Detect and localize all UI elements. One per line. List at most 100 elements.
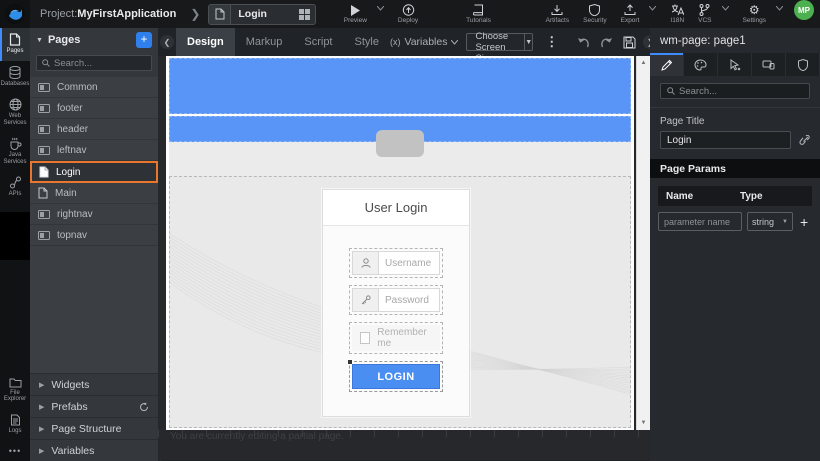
param-name-input[interactable] — [658, 212, 742, 231]
search-icon — [667, 87, 675, 95]
cursor-click-icon — [729, 59, 741, 71]
redo-button[interactable] — [595, 37, 618, 48]
preview-button[interactable]: Preview — [337, 0, 374, 28]
login-card[interactable]: User Login — [322, 189, 470, 417]
variables-dropdown[interactable]: (x) Variables — [390, 36, 459, 48]
scroll-up-icon[interactable]: ▲ — [637, 56, 650, 70]
page-item-main[interactable]: Main — [30, 183, 158, 204]
tab-markup[interactable]: Markup — [235, 28, 294, 56]
page-title-input[interactable] — [660, 131, 791, 149]
tab-security[interactable] — [786, 53, 820, 76]
i18n-button[interactable]: I18N — [663, 0, 691, 28]
remember-label: Remember me — [377, 327, 432, 349]
page-item-header[interactable]: header — [30, 119, 158, 140]
page-item-footer[interactable]: footer — [30, 98, 158, 119]
left-icon-rail: Pages Databases Web Services Java Servic… — [0, 28, 30, 461]
remember-checkbox[interactable] — [360, 332, 370, 344]
deploy-icon — [402, 4, 415, 16]
rail-item-logs[interactable]: Logs — [0, 409, 30, 441]
type-column-header: Type — [740, 191, 794, 202]
more-options-icon[interactable]: ⋮ — [539, 34, 564, 50]
tab-design[interactable]: Design — [176, 28, 235, 56]
password-widget-outline[interactable] — [349, 285, 443, 315]
open-page-tab-label: Login — [231, 8, 293, 20]
grid-icon[interactable] — [293, 9, 315, 20]
rail-item-apis[interactable]: APIs — [0, 171, 30, 204]
page-params-table: Name Type string ▼ + — [658, 186, 812, 231]
rail-item-pages[interactable]: Pages — [0, 28, 30, 61]
deploy-button[interactable]: Deploy — [391, 0, 425, 28]
tab-devices[interactable] — [752, 53, 786, 76]
page-item-common[interactable]: Common — [30, 77, 158, 98]
accordion-widgets[interactable]: ▶ Widgets — [30, 373, 158, 395]
settings-chevron-icon[interactable] — [769, 0, 790, 22]
partial-icon — [38, 125, 50, 134]
tutorials-button[interactable]: Tutorials — [459, 0, 498, 28]
tab-properties[interactable] — [650, 53, 684, 76]
app-logo[interactable] — [0, 0, 30, 28]
tab-styles[interactable] — [684, 53, 718, 76]
undo-button[interactable] — [572, 37, 595, 48]
add-param-button[interactable]: + — [798, 214, 810, 230]
param-type-select[interactable]: string ▼ — [747, 212, 793, 231]
design-surface[interactable]: User Login — [166, 56, 634, 430]
folder-icon — [9, 377, 22, 388]
rail-more-button[interactable]: ••• — [0, 440, 30, 461]
settings-button[interactable]: ⚙ Settings — [736, 0, 774, 28]
user-avatar[interactable]: MP — [794, 0, 814, 20]
rail-item-java-services[interactable]: Java Services — [0, 132, 30, 171]
refresh-icon[interactable] — [139, 402, 149, 412]
palette-icon — [694, 59, 707, 71]
properties-panel-header: wm-page: page1 — [650, 28, 820, 53]
name-column-header: Name — [658, 191, 740, 202]
rail-item-file-explorer[interactable]: File Explorer — [0, 372, 30, 409]
play-icon — [349, 5, 361, 16]
page-params-section-header[interactable]: Page Params — [650, 159, 820, 178]
vcs-chevron-icon[interactable] — [715, 0, 736, 22]
username-widget-outline[interactable] — [349, 248, 443, 278]
header-widget-top[interactable] — [169, 58, 631, 114]
canvas-vertical-scrollbar[interactable]: ▲ ▼ — [636, 56, 650, 430]
canvas-region: ❮ Design Markup Script Style (x) Variabl… — [158, 28, 650, 461]
preview-chevron-icon[interactable] — [370, 0, 391, 22]
panel-accordions: ▶ Widgets ▶ Prefabs ▶ Page Structure ▶ V… — [30, 373, 158, 461]
rail-item-web-services[interactable]: Web Services — [0, 93, 30, 132]
book-icon — [473, 4, 484, 16]
select-caret-icon: ▼ — [524, 34, 532, 50]
username-input[interactable] — [378, 251, 440, 275]
security-button[interactable]: Security — [576, 0, 613, 28]
export-chevron-icon[interactable] — [642, 0, 663, 22]
remember-widget-outline[interactable]: Remember me — [349, 322, 443, 354]
tab-events[interactable] — [718, 53, 752, 76]
page-item-topnav[interactable]: topnav — [30, 225, 158, 246]
tab-script[interactable]: Script — [293, 28, 343, 56]
page-item-login[interactable]: Login — [30, 161, 158, 183]
page-item-rightnav[interactable]: rightnav — [30, 204, 158, 225]
save-button[interactable] — [618, 36, 641, 49]
expand-chevron-icon: ▶ — [39, 403, 44, 411]
page-item-leftnav[interactable]: leftnav — [30, 140, 158, 161]
scroll-down-icon[interactable]: ▼ — [637, 416, 650, 430]
artifacts-button[interactable]: Artifacts — [539, 0, 576, 28]
page-content-area[interactable]: User Login — [169, 176, 631, 428]
screen-size-select[interactable]: -- Choose Screen Size -- ▼ — [466, 33, 533, 51]
collapse-left-panel-button[interactable]: ❮ — [160, 35, 174, 49]
pages-search-input[interactable]: Search... — [36, 55, 152, 71]
upload-icon — [624, 4, 636, 16]
accordion-prefabs[interactable]: ▶ Prefabs — [30, 395, 158, 417]
login-button[interactable]: LOGIN — [352, 364, 440, 389]
rail-item-databases[interactable]: Databases — [0, 61, 30, 94]
page-icon — [38, 187, 48, 199]
accordion-page-structure[interactable]: ▶ Page Structure — [30, 417, 158, 439]
collapse-chevron-icon[interactable]: ▼ — [36, 37, 43, 44]
bind-link-icon[interactable] — [799, 135, 810, 146]
tab-style[interactable]: Style — [344, 28, 390, 56]
pages-panel-title: Pages — [48, 34, 136, 46]
open-page-tab[interactable]: Login — [208, 4, 316, 25]
properties-search-input[interactable]: Search... — [660, 83, 810, 99]
accordion-variables[interactable]: ▶ Variables — [30, 439, 158, 461]
logo-placeholder[interactable] — [376, 130, 424, 157]
add-page-button[interactable]: + — [136, 32, 152, 48]
pages-panel-header: ▼ Pages + — [30, 28, 158, 52]
password-input[interactable] — [378, 288, 440, 312]
